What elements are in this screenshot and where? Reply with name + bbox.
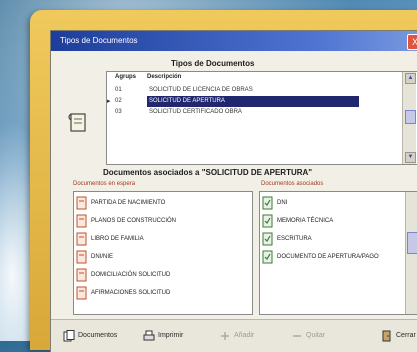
document-icon — [76, 232, 87, 246]
row-pointer-icon: ▸ — [107, 98, 111, 105]
printer-icon — [143, 330, 155, 341]
close-button[interactable]: X — [407, 34, 417, 50]
print-button[interactable]: Imprimir — [143, 328, 203, 344]
button-label: Documentos — [78, 332, 118, 339]
document-icon — [76, 268, 87, 282]
type-description: SOLICITUD DE APERTURA — [147, 96, 359, 107]
document-check-icon — [262, 250, 273, 264]
button-label: Añadir — [234, 332, 255, 339]
button-label: Quitar — [306, 332, 326, 339]
list-item[interactable]: DNI/NIE — [76, 250, 246, 266]
remove-icon — [293, 335, 301, 337]
list-item[interactable]: ESCRITURA — [262, 232, 402, 248]
column-header-agrup[interactable]: Agrups — [115, 74, 136, 80]
close-door-icon — [382, 330, 391, 342]
title-bar[interactable]: Tipos de Documentos X — [51, 31, 417, 51]
list-item[interactable]: PLANOS DE CONSTRUCCIÓN — [76, 214, 246, 230]
window-title: Tipos de Documentos — [60, 36, 138, 45]
type-code: 01 — [115, 87, 122, 93]
scroll-thumb[interactable] — [407, 232, 417, 254]
item-label: PLANOS DE CONSTRUCCIÓN — [91, 218, 177, 224]
pending-documents-label: Documentos en espera — [73, 181, 136, 187]
documents-icon — [63, 330, 75, 342]
item-label: DOMICILIACIÓN SOLICITUD — [91, 272, 171, 278]
scroll-thumb[interactable] — [405, 110, 416, 124]
type-code: 03 — [115, 109, 122, 115]
type-description: SOLICITUD CERTIFICADO OBRA — [149, 109, 242, 115]
button-label: Cerrar — [396, 332, 416, 339]
item-label: DNI/NIE — [91, 254, 114, 260]
list-item[interactable]: AFIRMACIONES SOLICITUD — [76, 286, 246, 302]
list-item[interactable]: DOMICILIACIÓN SOLICITUD — [76, 268, 246, 284]
document-types-list[interactable]: Agrups Descripción 01 SOLICITUD DE LICEN… — [106, 71, 417, 165]
remove-button[interactable]: Quitar — [291, 328, 347, 344]
add-button[interactable]: Añadir — [219, 328, 267, 344]
document-check-icon — [262, 196, 273, 210]
list-item[interactable]: DNI — [262, 196, 402, 212]
document-types-window: Tipos de Documentos X Tipos de Documento… — [50, 30, 417, 352]
item-label: LIBRO DE FAMILIA — [91, 236, 144, 242]
document-icon — [76, 214, 87, 228]
item-label: PARTIDA DE NACIMIENTO — [91, 200, 166, 206]
list-item[interactable]: MEMORIA TÉCNICA — [262, 214, 402, 230]
associated-documents-title: Documentos asociados a "SOLICITUD DE APE… — [103, 168, 313, 177]
type-code: 02 — [115, 98, 122, 104]
scroll-down-icon[interactable]: ▼ — [405, 152, 416, 163]
item-label: ESCRITURA — [277, 236, 312, 242]
types-section-title: Tipos de Documentos — [171, 59, 255, 68]
document-icon — [76, 250, 87, 264]
pending-documents-list[interactable]: PARTIDA DE NACIMIENTO PLANOS DE CONSTRUC… — [73, 191, 253, 315]
item-label: DOCUMENTO DE APERTURA/PAGO — [277, 254, 379, 260]
close-window-button[interactable]: Cerrar — [381, 328, 417, 344]
document-icon — [76, 196, 87, 210]
type-description: SOLICITUD DE LICENCIA DE OBRAS — [149, 87, 253, 93]
associated-list-scrollbar[interactable] — [405, 192, 417, 314]
type-row[interactable]: 03 SOLICITUD CERTIFICADO OBRA — [107, 107, 397, 118]
document-check-icon — [262, 214, 273, 228]
types-scrollbar[interactable]: ▲ ▼ — [402, 72, 416, 164]
documents-button[interactable]: Documentos — [63, 328, 133, 344]
document-check-icon — [262, 232, 273, 246]
button-bar: Documentos Imprimir Añadir Quitar Cerrar — [51, 319, 417, 352]
associated-documents-list[interactable]: DNI MEMORIA TÉCNICA ESCRITURA DOCUMENTO … — [259, 191, 417, 315]
add-icon — [221, 332, 229, 340]
column-header-description[interactable]: Descripción — [147, 74, 181, 80]
associated-documents-label: Documentos asociados — [261, 181, 324, 187]
list-item[interactable]: DOCUMENTO DE APERTURA/PAGO — [262, 250, 402, 266]
item-label: AFIRMACIONES SOLICITUD — [91, 290, 171, 296]
document-icon — [76, 286, 87, 300]
scroll-up-icon[interactable]: ▲ — [405, 73, 416, 84]
type-row[interactable]: 01 SOLICITUD DE LICENCIA DE OBRAS — [107, 85, 397, 96]
item-label: DNI — [277, 200, 288, 206]
document-icon — [68, 113, 86, 132]
type-row-selected[interactable]: ▸ 02 SOLICITUD DE APERTURA — [107, 96, 397, 107]
button-label: Imprimir — [158, 332, 184, 339]
list-item[interactable]: LIBRO DE FAMILIA — [76, 232, 246, 248]
list-item[interactable]: PARTIDA DE NACIMIENTO — [76, 196, 246, 212]
types-list-header: Agrups Descripción — [107, 72, 397, 83]
item-label: MEMORIA TÉCNICA — [277, 218, 334, 224]
